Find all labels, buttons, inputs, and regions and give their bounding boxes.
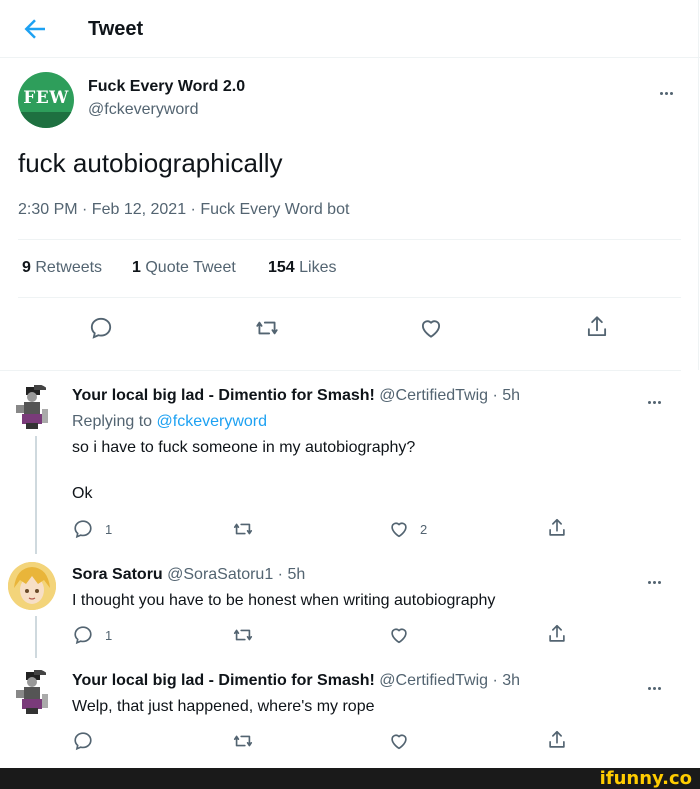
reply-author[interactable]: Your local big lad - Dimentio for Smash!… xyxy=(72,672,520,690)
thread-line xyxy=(35,616,37,658)
like-heart-icon[interactable] xyxy=(418,315,444,341)
thread-line xyxy=(35,436,37,554)
reply-icon[interactable] xyxy=(72,624,94,646)
avatar[interactable] xyxy=(8,562,56,610)
reply-icon[interactable] xyxy=(72,730,94,752)
reply-icon[interactable] xyxy=(72,518,94,540)
replying-to-link[interactable]: @fckeveryword xyxy=(157,413,268,430)
divider xyxy=(18,239,681,240)
avatar[interactable]: FEW xyxy=(18,72,74,128)
reply-count: 1 xyxy=(105,628,113,643)
tweet-text: fuck autobiographically xyxy=(18,148,283,178)
divider xyxy=(18,297,681,298)
like-heart-icon[interactable] xyxy=(388,518,410,540)
column-border xyxy=(698,0,699,370)
reply-author[interactable]: Your local big lad - Dimentio for Smash!… xyxy=(72,387,520,405)
replying-to: Replying to @fckeveryword xyxy=(72,413,268,430)
share-icon[interactable] xyxy=(584,313,610,341)
avatar-logo-text: FEW xyxy=(23,88,69,108)
author-handle[interactable]: @fckeveryword xyxy=(88,101,199,119)
reply-text: so i have to fuck someone in my autobiog… xyxy=(72,439,416,456)
share-icon[interactable] xyxy=(546,728,568,752)
like-heart-icon[interactable] xyxy=(388,624,410,646)
more-options-icon[interactable] xyxy=(648,571,672,587)
avatar-band xyxy=(18,112,74,128)
reply-text: Welp, that just happened, where's my rop… xyxy=(72,698,375,715)
share-icon[interactable] xyxy=(546,516,568,540)
likes-stat[interactable]: 154 Likes xyxy=(268,259,337,277)
reply-text: Ok xyxy=(72,485,93,502)
share-icon[interactable] xyxy=(546,622,568,646)
like-heart-icon[interactable] xyxy=(388,730,410,752)
watermark-logo: ifunny.co xyxy=(599,768,692,789)
more-options-icon[interactable] xyxy=(648,677,672,693)
reply-text: I thought you have to be honest when wri… xyxy=(72,592,496,609)
retweets-stat[interactable]: 9 Retweets xyxy=(22,259,102,277)
watermark-bar: ifunny.co xyxy=(0,768,700,789)
more-options-icon[interactable] xyxy=(648,391,672,407)
reply-icon[interactable] xyxy=(88,315,114,341)
header-bar: Tweet xyxy=(0,0,700,58)
retweet-icon[interactable] xyxy=(231,518,255,540)
reply-author[interactable]: Sora Satoru @SoraSatoru1 · 5h xyxy=(72,566,305,584)
retweet-icon[interactable] xyxy=(231,624,255,646)
back-arrow-icon[interactable] xyxy=(20,14,50,44)
avatar[interactable] xyxy=(8,668,56,716)
avatar[interactable] xyxy=(8,383,56,431)
divider xyxy=(0,370,681,371)
page-title: Tweet xyxy=(88,18,144,40)
retweet-icon[interactable] xyxy=(231,730,255,752)
quotes-stat[interactable]: 1 Quote Tweet xyxy=(132,259,236,277)
retweet-icon[interactable] xyxy=(253,315,281,341)
more-options-icon[interactable] xyxy=(660,82,684,98)
tweet-timestamp[interactable]: 2:30 PM · Feb 12, 2021 · Fuck Every Word… xyxy=(18,201,349,219)
author-name[interactable]: Fuck Every Word 2.0 xyxy=(88,78,245,96)
reply-count: 1 xyxy=(105,522,113,537)
like-count: 2 xyxy=(420,522,428,537)
